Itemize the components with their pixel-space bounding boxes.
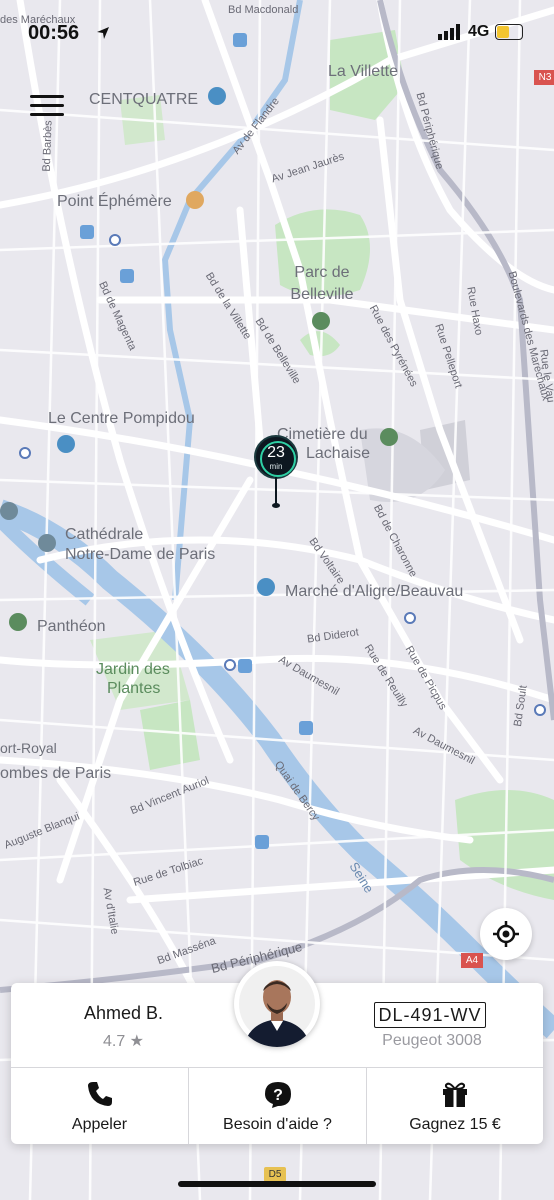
battery-icon (495, 24, 523, 40)
driver-card: Ahmed B. 4.7 ★ DL-491-WV Peugeot 3008 Ap… (11, 961, 543, 1144)
status-bar: 00:56 4G (0, 0, 554, 60)
call-label: Appeler (71, 1116, 128, 1133)
place-label: ort-Royal (0, 740, 57, 756)
eta-value: 23 (267, 444, 285, 461)
crosshair-icon (493, 921, 519, 947)
network-type: 4G (468, 23, 490, 40)
home-indicator[interactable] (178, 1181, 376, 1187)
park-label: Jardin des (96, 661, 170, 678)
phone-icon (87, 1082, 112, 1106)
road-shield-a4: A4 (461, 953, 483, 968)
svg-text:?: ? (273, 1087, 283, 1104)
place-label: La Villette (328, 63, 398, 80)
eta-pin[interactable]: 23 min (254, 435, 300, 515)
signal-icon (438, 24, 460, 40)
place-label: Marché d'Aligre/Beauvau (285, 583, 464, 600)
park-label: Plantes (107, 680, 161, 697)
help-label: Besoin d'aide ? (223, 1116, 332, 1133)
park-label: Belleville (290, 286, 354, 303)
menu-button[interactable] (30, 95, 66, 121)
help-icon: ? (264, 1082, 291, 1108)
recenter-button[interactable] (480, 908, 532, 960)
star-icon: ★ (129, 1033, 145, 1050)
rating-value: 4.7 (102, 1033, 126, 1050)
road-shield-n3: N3 (534, 70, 554, 85)
place-label: Notre-Dame de Paris (65, 546, 216, 563)
menu-icon (30, 95, 64, 98)
referral-button[interactable]: Gagnez 15 € (367, 1068, 543, 1144)
vehicle-model: Peugeot 3008 (382, 1032, 482, 1049)
location-arrow-icon (97, 27, 109, 39)
driver-photo (239, 966, 315, 1047)
eta-unit: min (269, 462, 283, 471)
place-label: ombes de Paris (0, 765, 112, 782)
gift-icon (443, 1082, 467, 1107)
help-button[interactable]: ? Besoin d'aide ? (189, 1068, 366, 1144)
street-label: Bd Barbès (40, 120, 55, 172)
place-label: CENTQUATRE (89, 91, 199, 108)
call-button[interactable]: Appeler (11, 1068, 188, 1144)
road-shield-d5: D5 (264, 1167, 286, 1182)
place-label: Cathédrale (65, 526, 144, 543)
license-plate: DL-491-WV (374, 1002, 486, 1028)
place-label: Point Éphémère (57, 193, 172, 210)
driver-name: Ahmed B. (83, 1003, 164, 1023)
place-label: Le Centre Pompidou (48, 410, 195, 427)
place-label: Panthéon (37, 618, 106, 635)
driver-rating: 4.7 ★ (41, 1031, 206, 1051)
place-label: Lachaise (306, 445, 371, 462)
referral-label: Gagnez 15 € (409, 1116, 501, 1133)
park-label: Parc de (294, 264, 350, 281)
status-time: 00:56 (28, 22, 80, 44)
driver-avatar[interactable] (234, 961, 320, 1047)
